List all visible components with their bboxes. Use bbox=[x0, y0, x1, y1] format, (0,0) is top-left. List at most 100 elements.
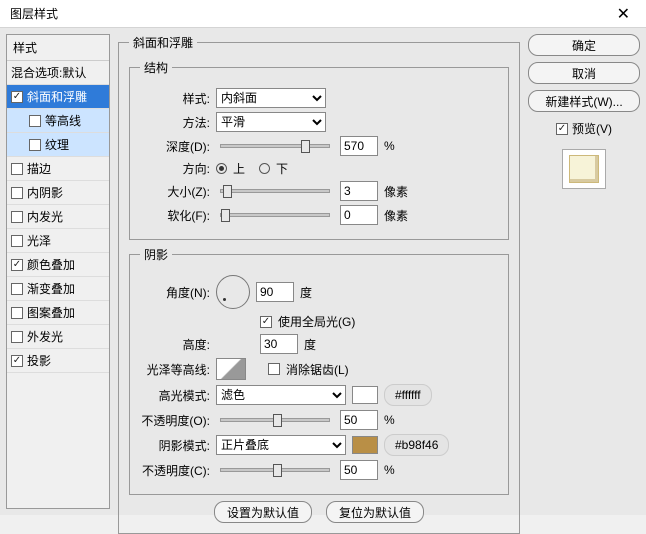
style-label: 样式: bbox=[140, 90, 210, 107]
sh-opacity-input[interactable] bbox=[340, 460, 378, 480]
sidebar-checkbox[interactable]: ✓ bbox=[11, 259, 23, 271]
angle-unit: 度 bbox=[300, 284, 312, 301]
sidebar-item-2[interactable]: 纹理 bbox=[7, 133, 109, 157]
sidebar-item-label: 纹理 bbox=[45, 136, 69, 153]
structure-legend: 结构 bbox=[140, 59, 172, 76]
depth-label: 深度(D): bbox=[140, 138, 210, 155]
sidebar-checkbox[interactable] bbox=[11, 283, 23, 295]
hl-opacity-label: 不透明度(O): bbox=[140, 412, 210, 429]
styles-sidebar: 样式 混合选项:默认 ✓ 斜面和浮雕等高线纹理描边内阴影内发光光泽 ✓ 颜色叠加渐变叠… bbox=[6, 34, 110, 509]
sidebar-item-label: 图案叠加 bbox=[27, 304, 75, 321]
sidebar-checkbox[interactable] bbox=[11, 163, 23, 175]
angle-input[interactable] bbox=[256, 282, 294, 302]
sh-opacity-slider[interactable] bbox=[220, 468, 330, 472]
preview-swatch bbox=[562, 149, 606, 189]
preview-label: 预览(V) bbox=[572, 120, 612, 137]
global-light-checkbox[interactable]: ✓ bbox=[260, 316, 272, 328]
reset-default-button[interactable]: 复位为默认值 bbox=[326, 501, 424, 523]
sidebar-item-label: 内发光 bbox=[27, 208, 63, 225]
hl-opacity-input[interactable] bbox=[340, 410, 378, 430]
depth-slider[interactable] bbox=[220, 144, 330, 148]
window-title: 图层样式 bbox=[10, 5, 611, 22]
hl-color-swatch[interactable] bbox=[352, 386, 378, 404]
sidebar-blend-options[interactable]: 混合选项:默认 bbox=[7, 61, 109, 85]
size-input[interactable] bbox=[340, 181, 378, 201]
sidebar-item-label: 颜色叠加 bbox=[27, 256, 75, 273]
sh-opacity-label: 不透明度(C): bbox=[140, 462, 210, 479]
sidebar-item-label: 光泽 bbox=[27, 232, 51, 249]
sidebar-item-label: 投影 bbox=[27, 352, 51, 369]
sidebar-item-label: 斜面和浮雕 bbox=[27, 88, 87, 105]
sidebar-header: 样式 bbox=[7, 35, 109, 61]
sidebar-item-6[interactable]: 光泽 bbox=[7, 229, 109, 253]
sidebar-item-11[interactable]: ✓ 投影 bbox=[7, 349, 109, 373]
sidebar-item-9[interactable]: 图案叠加 bbox=[7, 301, 109, 325]
sh-mode-select[interactable]: 正片叠底 bbox=[216, 435, 346, 455]
hl-mode-select[interactable]: 滤色 bbox=[216, 385, 346, 405]
hl-mode-label: 高光模式: bbox=[140, 387, 210, 404]
sidebar-item-label: 描边 bbox=[27, 160, 51, 177]
sidebar-item-5[interactable]: 内发光 bbox=[7, 205, 109, 229]
sh-color-swatch[interactable] bbox=[352, 436, 378, 454]
hl-opacity-unit: % bbox=[384, 413, 395, 427]
direction-up-label: 上 bbox=[233, 160, 245, 177]
size-label: 大小(Z): bbox=[140, 183, 210, 200]
direction-up-radio[interactable] bbox=[216, 163, 227, 174]
global-light-label: 使用全局光(G) bbox=[278, 313, 355, 330]
sidebar-item-10[interactable]: 外发光 bbox=[7, 325, 109, 349]
hl-opacity-slider[interactable] bbox=[220, 418, 330, 422]
method-label: 方法: bbox=[140, 114, 210, 131]
sidebar-item-4[interactable]: 内阴影 bbox=[7, 181, 109, 205]
sh-hex: #b98f46 bbox=[384, 434, 449, 456]
depth-input[interactable] bbox=[340, 136, 378, 156]
size-slider[interactable] bbox=[220, 189, 330, 193]
hl-hex: #ffffff bbox=[384, 384, 432, 406]
angle-label: 角度(N): bbox=[140, 284, 210, 301]
sidebar-checkbox[interactable] bbox=[29, 115, 41, 127]
direction-down-label: 下 bbox=[276, 160, 288, 177]
soften-label: 软化(F): bbox=[140, 207, 210, 224]
sh-mode-label: 阴影模式: bbox=[140, 437, 210, 454]
depth-unit: % bbox=[384, 139, 395, 153]
antialias-label: 消除锯齿(L) bbox=[286, 361, 349, 378]
sidebar-checkbox[interactable] bbox=[11, 307, 23, 319]
sidebar-item-3[interactable]: 描边 bbox=[7, 157, 109, 181]
sidebar-checkbox[interactable]: ✓ bbox=[11, 91, 23, 103]
bevel-legend: 斜面和浮雕 bbox=[129, 34, 197, 51]
angle-dial[interactable] bbox=[216, 275, 250, 309]
direction-label: 方向: bbox=[140, 160, 210, 177]
sidebar-item-1[interactable]: 等高线 bbox=[7, 109, 109, 133]
new-style-button[interactable]: 新建样式(W)... bbox=[528, 90, 640, 112]
gloss-label: 光泽等高线: bbox=[140, 361, 210, 378]
sidebar-checkbox[interactable]: ✓ bbox=[11, 355, 23, 367]
ok-button[interactable]: 确定 bbox=[528, 34, 640, 56]
shading-group: 阴影 角度(N): 度 ✓使用全局光(G) 高度:度 光泽等高线:消除锯齿(L)… bbox=[129, 246, 509, 495]
antialias-checkbox[interactable] bbox=[268, 363, 280, 375]
preview-checkbox[interactable]: ✓ bbox=[556, 123, 568, 135]
sidebar-item-label: 等高线 bbox=[45, 112, 81, 129]
soften-input[interactable] bbox=[340, 205, 378, 225]
sidebar-checkbox[interactable] bbox=[11, 235, 23, 247]
close-icon[interactable]: ✕ bbox=[611, 4, 636, 24]
size-unit: 像素 bbox=[384, 183, 408, 200]
cancel-button[interactable]: 取消 bbox=[528, 62, 640, 84]
shading-legend: 阴影 bbox=[140, 246, 172, 263]
altitude-input[interactable] bbox=[260, 334, 298, 354]
sidebar-checkbox[interactable] bbox=[11, 211, 23, 223]
method-select[interactable]: 平滑 bbox=[216, 112, 326, 132]
direction-down-radio[interactable] bbox=[259, 163, 270, 174]
set-default-button[interactable]: 设置为默认值 bbox=[214, 501, 312, 523]
gloss-contour[interactable] bbox=[216, 358, 246, 380]
sidebar-item-label: 渐变叠加 bbox=[27, 280, 75, 297]
style-select[interactable]: 内斜面 bbox=[216, 88, 326, 108]
sidebar-item-label: 内阴影 bbox=[27, 184, 63, 201]
sidebar-item-0[interactable]: ✓ 斜面和浮雕 bbox=[7, 85, 109, 109]
sidebar-item-label: 外发光 bbox=[27, 328, 63, 345]
sidebar-checkbox[interactable] bbox=[11, 331, 23, 343]
sidebar-checkbox[interactable] bbox=[29, 139, 41, 151]
sidebar-item-8[interactable]: 渐变叠加 bbox=[7, 277, 109, 301]
sidebar-checkbox[interactable] bbox=[11, 187, 23, 199]
sidebar-item-7[interactable]: ✓ 颜色叠加 bbox=[7, 253, 109, 277]
soften-slider[interactable] bbox=[220, 213, 330, 217]
soften-unit: 像素 bbox=[384, 207, 408, 224]
